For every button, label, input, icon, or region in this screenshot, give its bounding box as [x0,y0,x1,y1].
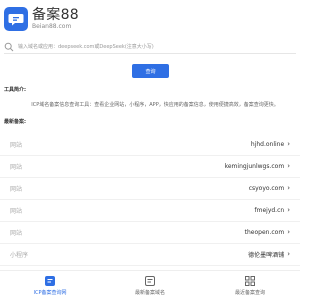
list-item[interactable]: 小程序 德伦墨啤酒铺 › [0,244,300,266]
nav-label: ICP备案查询网 [33,290,67,296]
recent-filings-list: 网站 hjhd.online › 网站 kemingjunlwgs.com › … [0,134,300,266]
bottom-nav: ICP备案查询网 最新备案域名 最近备案查询 [0,270,300,300]
nav-label: 最近备案查询 [234,290,265,296]
chat-bubble-icon [8,14,24,26]
list-item[interactable]: 网站 fmejyd.cn › [0,200,300,222]
item-domain: hjhd.online [250,141,285,148]
item-type: 网站 [10,208,23,215]
nav-icp-query[interactable]: ICP备案查询网 [0,271,100,300]
item-type: 网站 [10,142,23,149]
item-type: 网站 [10,186,23,193]
chevron-right-icon: › [287,206,290,214]
list-item[interactable]: 网站 theopen.com › [0,222,300,244]
chevron-right-icon: › [287,250,290,258]
header: 备案88 Beian88.com [0,0,300,38]
recent-filings-label: 最新备案: [4,119,26,125]
search-icon [4,42,14,51]
query-button[interactable]: 查询 [132,64,169,78]
item-type: 小程序 [10,252,29,259]
list-icon [145,276,155,286]
item-domain: csyoyo.com [248,185,285,192]
list-item[interactable]: 网站 kemingjunlwgs.com › [0,156,300,178]
item-domain: theopen.com [244,229,285,236]
tools-description: ICP域名备案信息查询工具：查看企业网站，小程序，APP，快应用的备案信息，使用… [31,102,279,108]
chevron-right-icon: › [287,162,290,170]
logo-icon[interactable] [4,7,28,31]
search-bar [4,40,296,54]
chevron-right-icon: › [287,140,290,148]
logo-subtitle: Beian88.com [32,23,72,30]
item-type: 网站 [10,164,23,171]
chevron-right-icon: › [287,184,290,192]
grid-icon [245,276,255,286]
list-item[interactable]: 网站 hjhd.online › [0,134,300,156]
item-domain: fmejyd.cn [254,207,285,214]
search-input[interactable] [18,40,296,53]
nav-latest-domains[interactable]: 最新备案域名 [100,271,200,300]
tools-intro-label: 工具简介: [4,87,26,93]
chevron-right-icon: › [287,228,290,236]
nav-recent-queries[interactable]: 最近备案查询 [200,271,300,300]
item-domain: kemingjunlwgs.com [224,163,285,170]
item-type: 网站 [10,230,23,237]
logo-title: 备案88 [32,7,80,23]
home-icon [45,276,55,286]
item-name: 德伦墨啤酒铺 [248,252,285,259]
nav-label: 最新备案域名 [134,290,165,296]
logo-text: 备案88 Beian88.com [32,7,80,31]
list-item[interactable]: 网站 csyoyo.com › [0,178,300,200]
